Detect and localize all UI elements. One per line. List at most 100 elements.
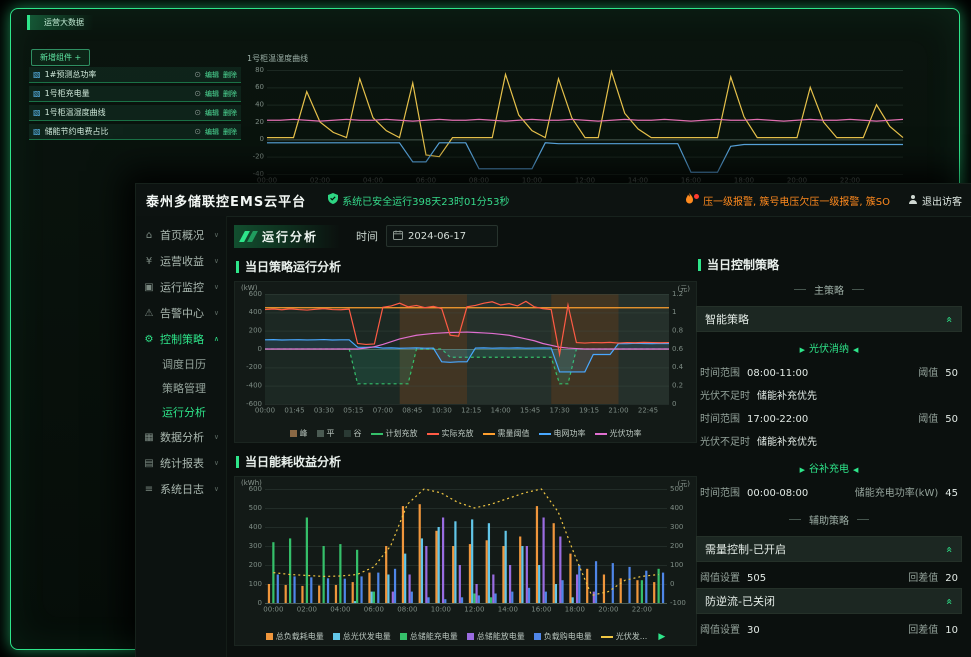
strategy-kv-row: 光伏不足时储能补充优先 — [696, 429, 962, 452]
kv-value: 30 — [747, 625, 760, 636]
flame-icon — [685, 193, 694, 208]
strategy-section-header: ▶光伏消纳◀ — [696, 340, 962, 355]
strategy-chart-legend: 峰平谷 计划充放 实际充放需量阈值电网功率光伏功率 — [235, 428, 696, 439]
widget-edit-link[interactable]: 编辑 — [205, 89, 219, 99]
kv-key: 时间范围 — [700, 414, 740, 425]
strategy-card-header[interactable]: 需量控制-已开启« — [696, 536, 962, 562]
legend-item[interactable]: 平 — [317, 428, 335, 439]
collapse-icon[interactable]: « — [943, 316, 956, 323]
sidebar-subitem-strategy[interactable]: 策略管理 — [136, 376, 226, 400]
add-widget-button[interactable]: 新增组件 + — [31, 49, 90, 66]
legend-item[interactable]: 总光伏发电量 — [333, 631, 391, 642]
legend-item[interactable]: 需量阈值 — [483, 428, 530, 439]
legend-swatch — [400, 633, 407, 640]
sidebar-item-revenue[interactable]: ¥运营收益∨ — [136, 248, 226, 274]
strategy-card-header[interactable]: 智能策略« — [696, 306, 962, 332]
logout-button[interactable]: 退出访客 — [908, 193, 962, 208]
legend-swatch — [539, 433, 551, 435]
widget-delete-link[interactable]: 删除 — [223, 89, 237, 99]
kv-value: 储能补充优先 — [757, 437, 817, 448]
strategy-card-header[interactable]: 防逆流-已关闭 « — [696, 588, 962, 614]
section-title: 当日能耗收益分析 — [245, 453, 341, 470]
sidebar-subitem-calendar[interactable]: 调度日历 — [136, 352, 226, 376]
legend-swatch — [317, 430, 324, 437]
legend-item[interactable]: 负载购电电量 — [534, 631, 592, 642]
strategy-kv-row: 时间范围08:00-11:00阈值50 — [696, 360, 962, 383]
legend-item[interactable]: 总储能放电量 — [467, 631, 525, 642]
legend-item[interactable]: 峰 — [290, 428, 308, 439]
legend-item[interactable]: 计划充放 — [371, 428, 418, 439]
uptime-text: 系统已安全运行398天23时01分53秒 — [342, 193, 509, 208]
kv-value: 储能补充优先 — [757, 391, 817, 402]
kv-pair: 回差值20 — [908, 569, 958, 584]
widget-delete-link[interactable]: 删除 — [223, 108, 237, 118]
widget-edit-link[interactable]: 编辑 — [205, 127, 219, 137]
widget-list-item[interactable]: ▧1号柜充电量⊙编辑删除 — [29, 86, 241, 102]
widget-list-item[interactable]: ▧1#预测总功率⊙编辑删除 — [29, 67, 241, 83]
sidebar: ⌂首页概况∨¥运营收益∨▣运行监控∨⚠告警中心∨⚙控制策略∧调度日历策略管理运行… — [136, 216, 227, 657]
legend-item[interactable]: 电网功率 — [539, 428, 586, 439]
sidebar-item-monitor[interactable]: ▣运行监控∨ — [136, 274, 226, 300]
sidebar-item-control[interactable]: ⚙控制策略∧ — [136, 326, 226, 352]
app-header: 泰州多储联控EMS云平台 系统已安全运行398天23时01分53秒 压一级报警,… — [136, 184, 971, 217]
divider-label: 辅助策略 — [809, 512, 849, 527]
home-icon: ⌂ — [143, 230, 155, 241]
back-chart-title: 1号柜温湿度曲线 — [247, 53, 308, 64]
collapse-icon[interactable]: « — [943, 598, 956, 605]
legend-item[interactable]: 实际充放 — [427, 428, 474, 439]
triangle-left-icon: ◀ — [853, 466, 858, 474]
kv-value: 10 — [945, 625, 958, 636]
legend-label: 负载购电电量 — [544, 631, 592, 642]
widget-list-item[interactable]: ▧1号柜温湿度曲线⊙编辑删除 — [29, 105, 241, 121]
sidebar-item-alarm[interactable]: ⚠告警中心∨ — [136, 300, 226, 326]
widget-delete-link[interactable]: 删除 — [223, 70, 237, 80]
sidebar-item-log[interactable]: ≡系统日志∨ — [136, 476, 226, 502]
kv-pair: 阈值50 — [918, 364, 958, 379]
shield-icon — [328, 193, 338, 207]
alarm-ticker[interactable]: 压一级报警, 簇号电压欠压一级报警, 簇SO — [685, 193, 890, 208]
kv-value: 20 — [945, 573, 958, 584]
legend-item[interactable]: 谷 — [344, 428, 362, 439]
widget-edit-link[interactable]: 编辑 — [205, 108, 219, 118]
legend-item[interactable]: 总储能充电量 — [400, 631, 458, 642]
sidebar-subitem-analysis[interactable]: 运行分析 — [136, 400, 226, 424]
legend-item[interactable]: 光伏功率 — [595, 428, 642, 439]
kv-pair: 阈值设置505 — [700, 569, 766, 584]
strategy-section-header: ▶ 谷补充电 ◀ — [696, 460, 962, 475]
widget-delete-link[interactable]: 删除 — [223, 127, 237, 137]
sidebar-item-data[interactable]: ▦数据分析∨ — [136, 424, 226, 450]
legend-swatch — [371, 433, 383, 435]
date-picker[interactable]: 2024-06-17 — [386, 225, 498, 247]
chevron-down-icon: ∨ — [214, 309, 219, 317]
kv-value: 45 — [945, 488, 958, 499]
widget-list-item[interactable]: ▧储能节约电费占比⊙编辑删除 — [29, 124, 241, 140]
widget-edit-link[interactable]: 编辑 — [205, 70, 219, 80]
triangle-right-icon: ▶ — [800, 466, 805, 474]
legend-label: 实际充放 — [442, 428, 474, 439]
sidebar-item-label: 数据分析 — [160, 429, 209, 445]
legend-next-button[interactable]: ▶ — [658, 632, 665, 642]
control-strategy-body: 主策略智能策略« ▶光伏消纳◀ 时间范围 08:00-11:00 阈值50 光伏不足时储能… — [696, 282, 962, 640]
alarm-badge — [694, 194, 699, 199]
section-bar — [236, 456, 239, 468]
legend-label: 计划充放 — [386, 428, 418, 439]
strategy-section-label: 谷补充电 — [809, 464, 849, 475]
sidebar-item-report[interactable]: ▤统计报表∨ — [136, 450, 226, 476]
legend-item[interactable]: 光伏发... — [601, 631, 648, 642]
energy-revenue-chart — [237, 481, 693, 617]
chevron-down-icon: ∨ — [214, 433, 219, 441]
sidebar-item-label: 告警中心 — [160, 305, 209, 321]
kv-value: 08:00-11:00 — [747, 368, 808, 379]
kv-pair: 光伏不足时储能补充优先 — [700, 433, 817, 448]
legend-label: 光伏发... — [616, 631, 648, 642]
kv-value: 505 — [747, 573, 766, 584]
strategy-card-title: 防逆流-已关闭 — [705, 593, 775, 609]
page-title: 运行分析 — [262, 228, 318, 245]
legend-swatch — [427, 433, 439, 435]
legend-item[interactable]: 总负载耗电量 — [266, 631, 324, 642]
sidebar-item-home[interactable]: ⌂首页概况∨ — [136, 222, 226, 248]
divider-label: 主策略 — [814, 282, 844, 297]
kv-key: 阈值 — [918, 414, 938, 425]
collapse-icon[interactable]: « — [943, 546, 956, 553]
section-title: 当日策略运行分析 — [245, 258, 341, 275]
